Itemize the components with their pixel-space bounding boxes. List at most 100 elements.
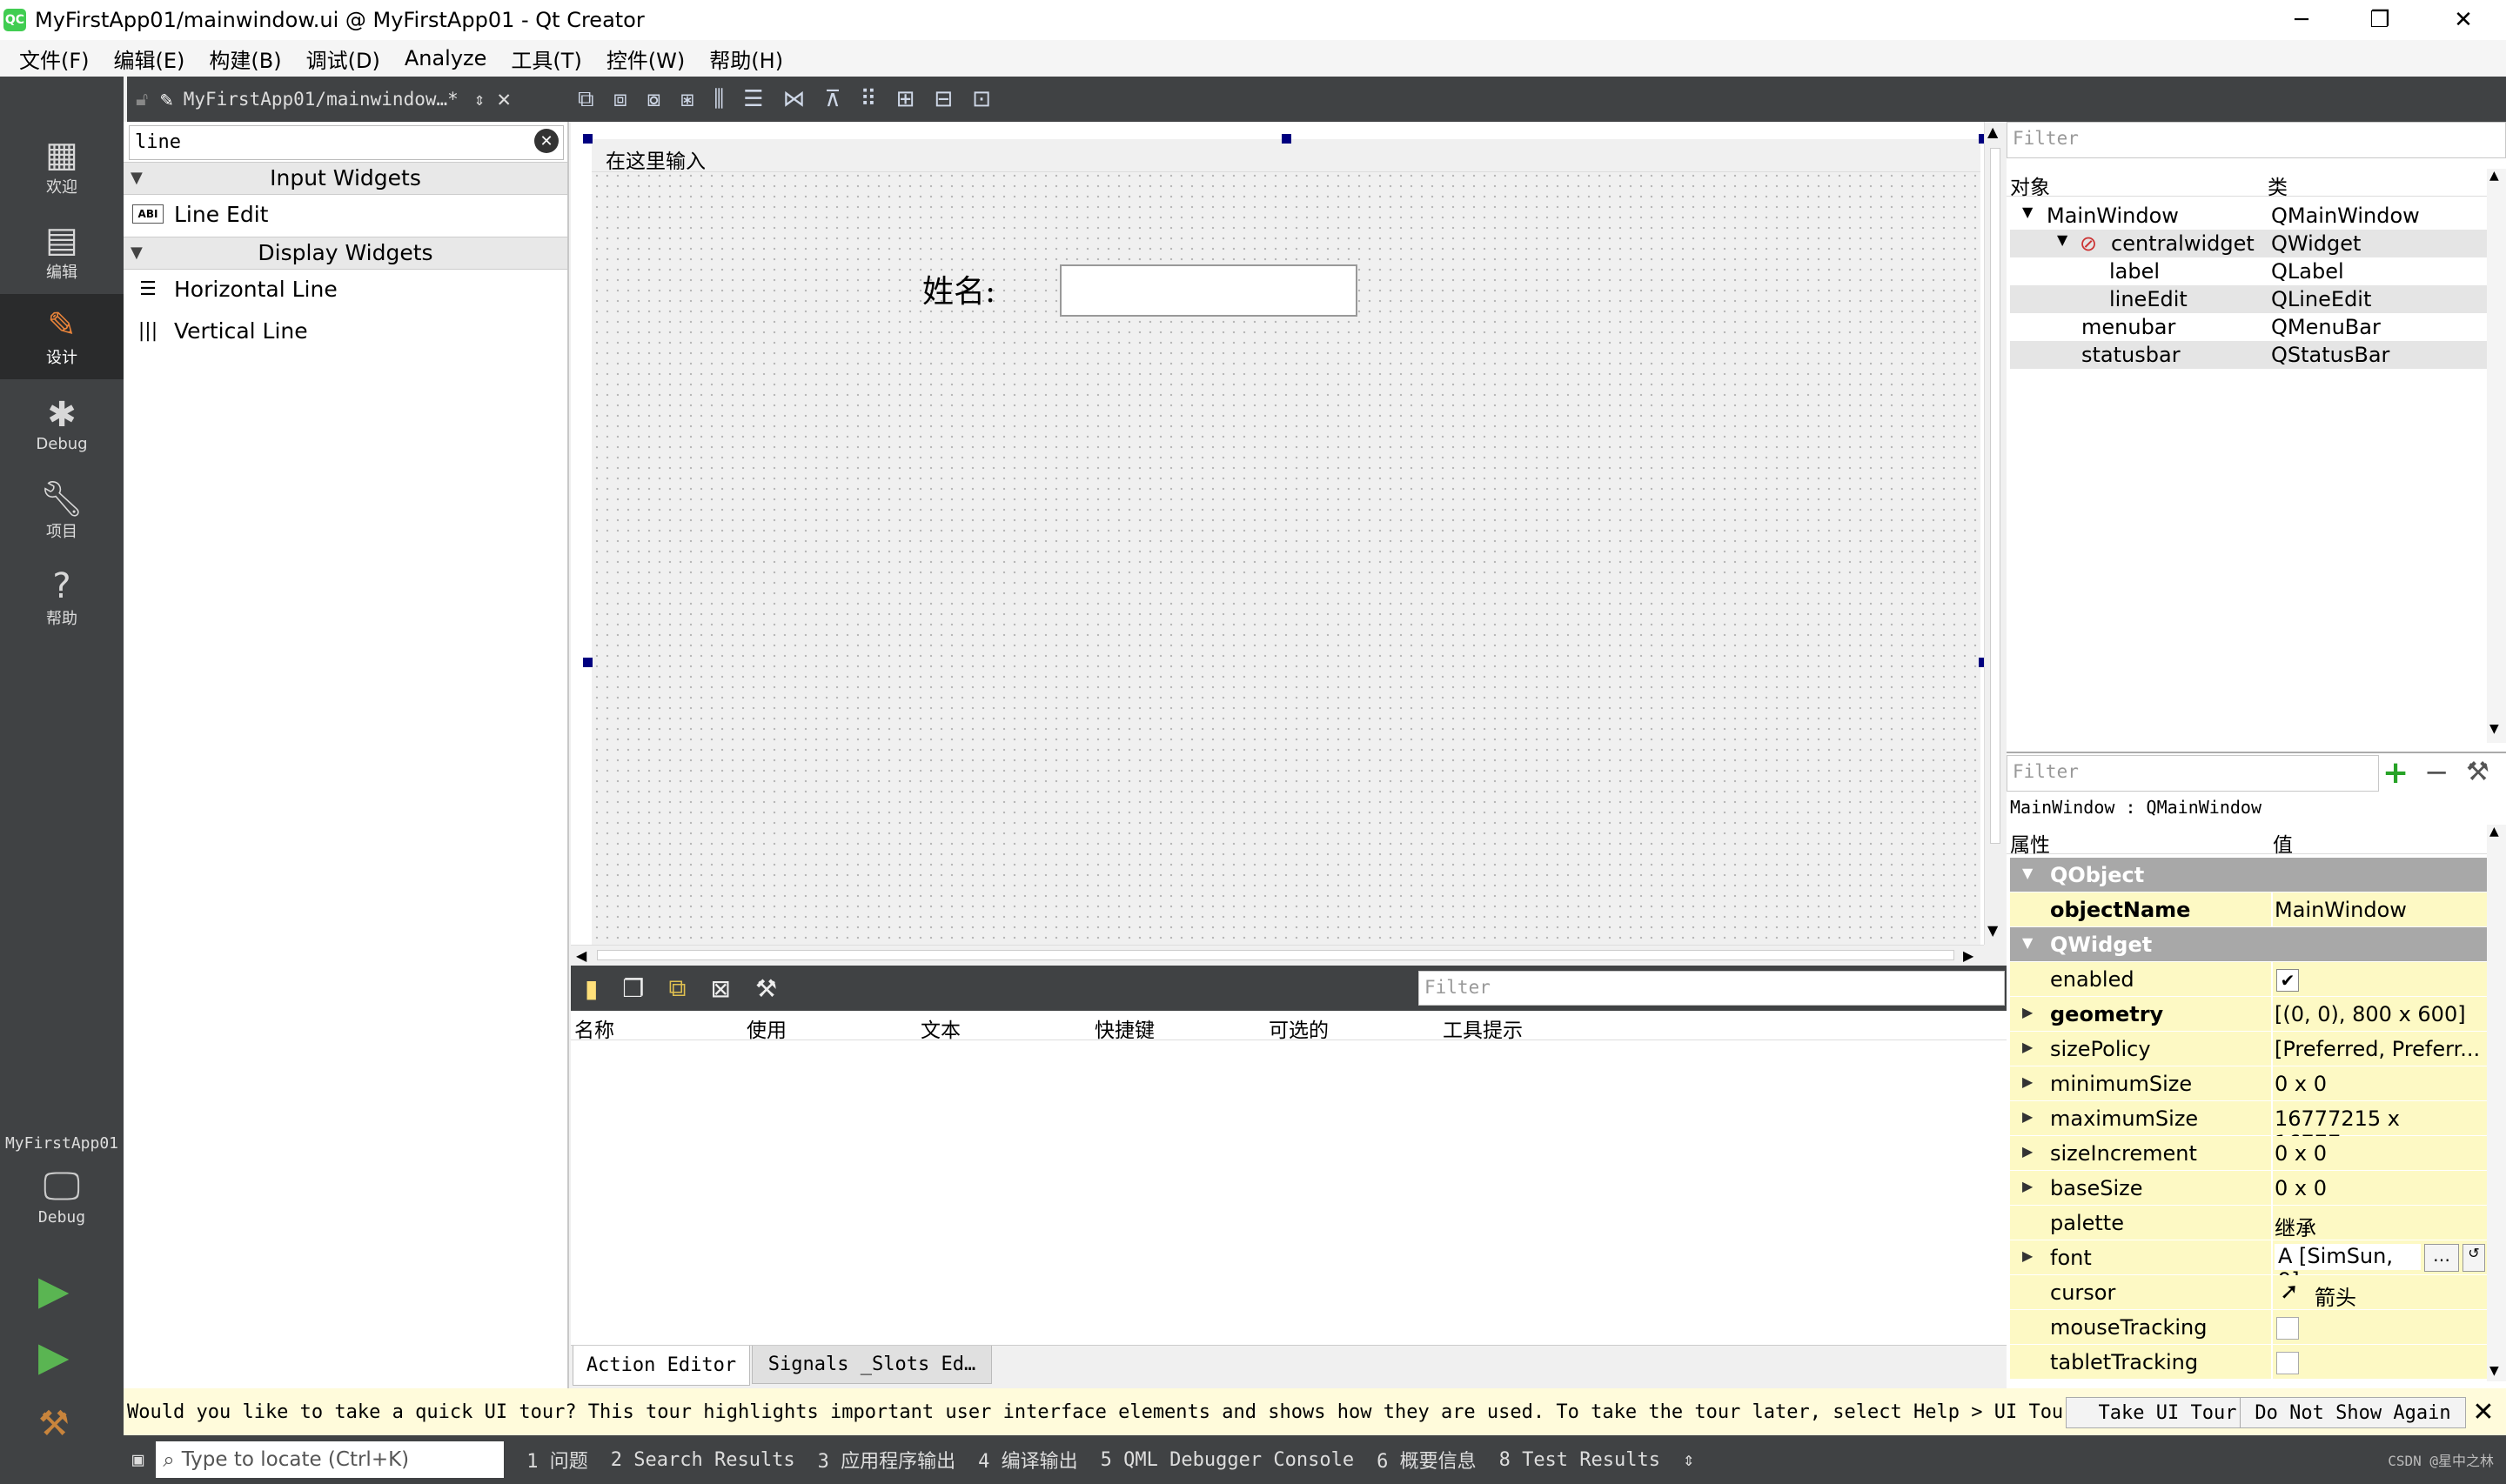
- property-maximumsize[interactable]: ▶ maximumSize 16777215 x 16777...: [2010, 1101, 2487, 1155]
- mousetracking-checkbox[interactable]: [2276, 1317, 2299, 1340]
- property-value[interactable]: MainWindow: [2275, 898, 2407, 922]
- property-scrollbar[interactable]: ▲ ▼: [2487, 825, 2506, 1381]
- menu-analyze[interactable]: Analyze: [405, 46, 487, 70]
- property-value[interactable]: 0 x 0: [2275, 1072, 2327, 1096]
- pane-issues[interactable]: 1 问题: [526, 1446, 588, 1474]
- remove-property-icon[interactable]: −: [2424, 755, 2449, 790]
- property-cursor[interactable]: cursor ➚ 箭头: [2010, 1275, 2487, 1310]
- pane-compile-output[interactable]: 4 编译输出: [978, 1446, 1078, 1474]
- pane-test-results[interactable]: 8 Test Results: [1499, 1449, 1660, 1471]
- mode-help[interactable]: ? 帮助: [0, 555, 124, 640]
- edit-buddies-icon[interactable]: ⧇: [647, 86, 661, 113]
- scroll-right-icon[interactable]: ▶: [1963, 947, 1973, 964]
- tree-row-menubar[interactable]: menubar QMenuBar: [2010, 313, 2489, 341]
- selection-handle[interactable]: [583, 658, 593, 667]
- scroll-left-icon[interactable]: ◀: [576, 947, 586, 964]
- form-line-edit[interactable]: [1060, 264, 1357, 317]
- menu-type-here[interactable]: 在这里输入: [606, 144, 706, 174]
- adjust-size-icon[interactable]: ⊡: [972, 86, 991, 112]
- category-display-widgets[interactable]: ▼ Display Widgets: [124, 237, 567, 270]
- property-palette[interactable]: palette 继承: [2010, 1206, 2487, 1240]
- add-dynamic-property-icon[interactable]: +: [2382, 755, 2409, 791]
- property-group-qobject[interactable]: ▼ QObject: [2010, 858, 2487, 892]
- close-window-button[interactable]: ✕: [2424, 0, 2503, 40]
- property-filter-input[interactable]: Filter: [2007, 755, 2379, 792]
- column-name[interactable]: 名称: [574, 1013, 614, 1043]
- pane-application-output[interactable]: 3 应用程序输出: [818, 1446, 956, 1474]
- selection-handle[interactable]: [583, 134, 593, 144]
- pane-general-messages[interactable]: 6 概要信息: [1377, 1446, 1477, 1474]
- property-tablettracking[interactable]: tabletTracking: [2010, 1345, 2487, 1380]
- expand-arrow-icon[interactable]: ▶: [2022, 1073, 2033, 1090]
- menu-debug[interactable]: 调试(D): [306, 43, 380, 74]
- mode-design[interactable]: ✎ 设计: [0, 294, 124, 379]
- expand-arrow-icon[interactable]: ▼: [2057, 231, 2067, 248]
- property-value[interactable]: [Preferred, Preferr...: [2275, 1037, 2480, 1061]
- reset-icon[interactable]: ↺: [2462, 1244, 2485, 1272]
- property-value[interactable]: 0 x 0: [2275, 1141, 2327, 1166]
- scroll-down-icon[interactable]: ▼: [2489, 722, 2499, 736]
- property-minimumsize[interactable]: ▶ minimumSize 0 x 0: [2010, 1066, 2487, 1101]
- scrollbar-thumb[interactable]: [1990, 148, 2000, 844]
- minimize-button[interactable]: ─: [2262, 0, 2341, 40]
- delete-action-icon[interactable]: ⊠: [711, 974, 731, 1003]
- configure-action-icon[interactable]: ⚒: [755, 974, 777, 1003]
- property-geometry[interactable]: ▶ geometry [(0, 0), 800 x 600]: [2010, 997, 2487, 1032]
- run-icon[interactable]: ▶: [38, 1268, 82, 1312]
- property-sizeincrement[interactable]: ▶ sizeIncrement 0 x 0: [2010, 1136, 2487, 1171]
- take-ui-tour-button[interactable]: Take UI Tour: [2066, 1397, 2269, 1428]
- close-tab-icon[interactable]: ✕: [497, 86, 511, 112]
- clear-search-icon[interactable]: ✕: [534, 129, 559, 153]
- panel-splitter[interactable]: [2007, 752, 2506, 753]
- column-text[interactable]: 文本: [921, 1013, 961, 1043]
- debug-run-icon[interactable]: ▶: [38, 1334, 82, 1378]
- menu-edit[interactable]: 编辑(E): [114, 43, 185, 74]
- form-label[interactable]: 姓名:: [922, 266, 995, 311]
- property-value[interactable]: 箭头: [2315, 1280, 2356, 1311]
- menu-build[interactable]: 构建(B): [209, 43, 281, 74]
- layout-grid-icon[interactable]: ⊞: [896, 86, 915, 112]
- mode-projects[interactable]: 🔧︎ 项目: [0, 468, 124, 553]
- kit-selector[interactable]: 🖵︎ Debug: [0, 1164, 124, 1247]
- menu-file[interactable]: 文件(F): [19, 43, 90, 74]
- column-value[interactable]: 值: [2273, 828, 2293, 858]
- break-layout-icon[interactable]: ⊟: [934, 86, 953, 112]
- pane-qml-debugger-console[interactable]: 5 QML Debugger Console: [1101, 1449, 1354, 1471]
- property-value[interactable]: [(0, 0), 800 x 600]: [2275, 1002, 2466, 1026]
- property-objectname[interactable]: objectName MainWindow: [2010, 892, 2487, 927]
- edit-widgets-icon[interactable]: ⧉: [578, 86, 594, 113]
- column-property[interactable]: 属性: [2010, 828, 2050, 858]
- tree-row-centralwidget[interactable]: ▼ ⊘ centralwidget QWidget: [2010, 230, 2489, 257]
- scroll-down-icon[interactable]: ▼: [1987, 922, 1998, 939]
- canvas-horizontal-scrollbar[interactable]: ◀ ▶: [571, 945, 1984, 966]
- scrollbar-thumb[interactable]: [597, 950, 1954, 960]
- copy-action-icon[interactable]: ❐: [622, 974, 644, 1003]
- maximize-button[interactable]: ❐: [2341, 0, 2419, 40]
- mode-welcome[interactable]: ▦ 欢迎: [0, 124, 124, 209]
- widget-horizontal-line[interactable]: ☰ Horizontal Line: [132, 270, 338, 308]
- object-filter-input[interactable]: Filter: [2007, 122, 2506, 158]
- tablettracking-checkbox[interactable]: [2276, 1352, 2299, 1374]
- column-used[interactable]: 使用: [747, 1013, 787, 1043]
- property-value[interactable]: 0 x 0: [2275, 1176, 2327, 1200]
- expand-arrow-icon[interactable]: ▶: [2022, 1247, 2033, 1264]
- layout-horizontal-icon[interactable]: ⫼: [714, 86, 724, 113]
- enabled-checkbox[interactable]: ✔: [2276, 969, 2299, 992]
- build-hammer-icon[interactable]: ⚒: [38, 1402, 82, 1446]
- scroll-up-icon[interactable]: ▲: [2489, 825, 2499, 839]
- close-infobar-icon[interactable]: ✕: [2468, 1397, 2499, 1428]
- property-value[interactable]: 继承: [2275, 1211, 2316, 1241]
- paste-action-icon[interactable]: ⧉: [669, 973, 687, 1003]
- property-mousetracking[interactable]: mouseTracking: [2010, 1310, 2487, 1345]
- column-class[interactable]: 类: [2268, 170, 2288, 200]
- locator-input[interactable]: ⌕ Type to locate (Ctrl+K): [156, 1441, 505, 1478]
- property-font[interactable]: ▶ font A [SimSun, 9] … ↺: [2010, 1240, 2487, 1293]
- column-object[interactable]: 对象: [2010, 170, 2050, 200]
- expand-arrow-icon[interactable]: ▶: [2022, 1004, 2033, 1020]
- object-inspector-scrollbar[interactable]: ▲ ▼: [2487, 169, 2506, 743]
- form-canvas[interactable]: 在这里输入 姓名:: [592, 139, 1980, 945]
- expand-arrow-icon[interactable]: ▶: [2022, 1178, 2033, 1194]
- action-filter-input[interactable]: Filter: [1418, 971, 2005, 1006]
- menu-widgets[interactable]: 控件(W): [606, 43, 685, 74]
- pane-search-results[interactable]: 2 Search Results: [611, 1449, 795, 1471]
